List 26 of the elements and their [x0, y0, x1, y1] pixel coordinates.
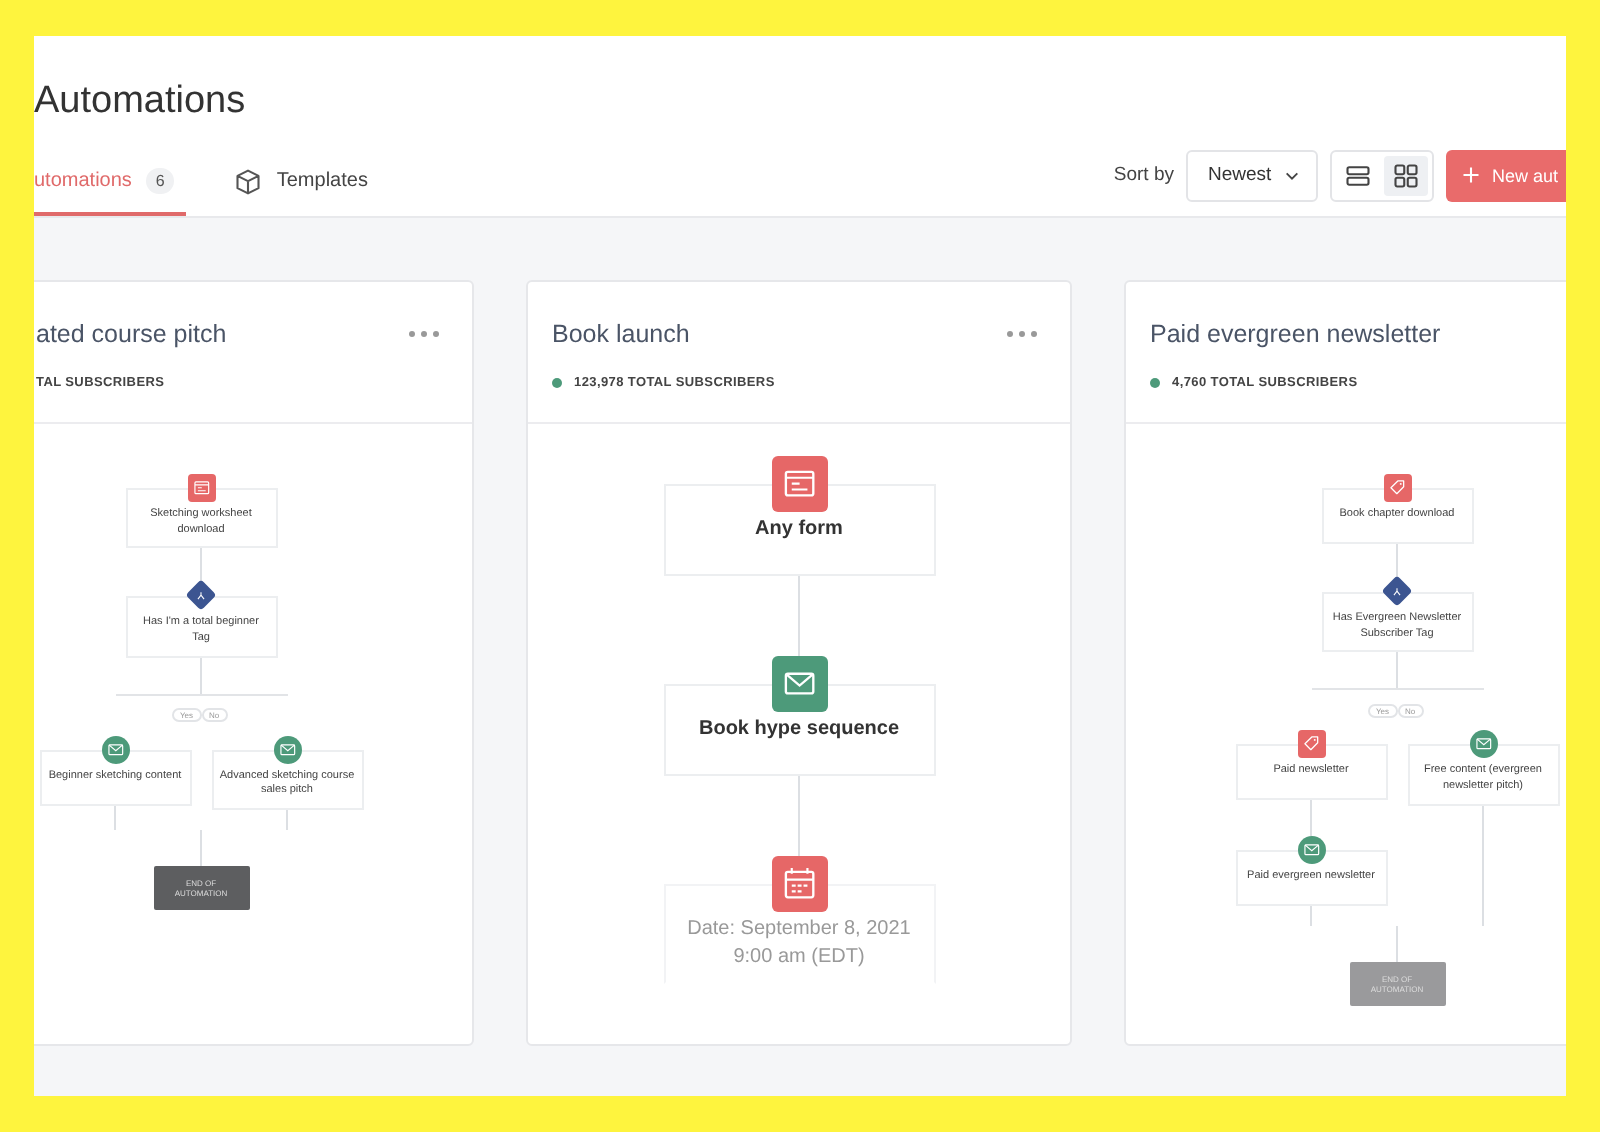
more-options-icon[interactable]	[408, 328, 440, 340]
automation-step[interactable]: Book hype sequence	[663, 684, 935, 776]
grid-view-button[interactable]	[1384, 155, 1428, 195]
calendar-icon	[779, 864, 819, 904]
sort-dropdown[interactable]: Newest	[1186, 149, 1318, 201]
cube-icon	[234, 167, 263, 195]
split-icon	[193, 588, 209, 604]
automation-step[interactable]: Any form	[663, 484, 935, 576]
step-label: 9:00 am (EDT)	[733, 946, 865, 968]
count-badge: 6	[145, 168, 175, 194]
card-title: Paid evergreen newsletter	[1150, 320, 1441, 348]
more-options-icon[interactable]	[1006, 328, 1038, 340]
grid-icon	[1392, 161, 1420, 189]
caret-icon	[1284, 167, 1300, 183]
card-title: Book launch	[552, 320, 690, 348]
step-label: Book hype sequence	[698, 718, 900, 740]
rows-icon	[1344, 161, 1372, 189]
step-label: Any form	[755, 518, 843, 540]
split-icon	[1389, 583, 1405, 599]
card-title: ated course pitch	[36, 320, 227, 348]
sort-label: Sort by	[1113, 164, 1174, 186]
step-label: Date: September 8, 2021	[687, 918, 911, 940]
tab[interactable]: Templates	[222, 150, 380, 216]
page-title: Automations	[34, 77, 246, 123]
plus-icon	[1462, 166, 1480, 184]
automation-card[interactable]	[1124, 280, 1566, 1046]
